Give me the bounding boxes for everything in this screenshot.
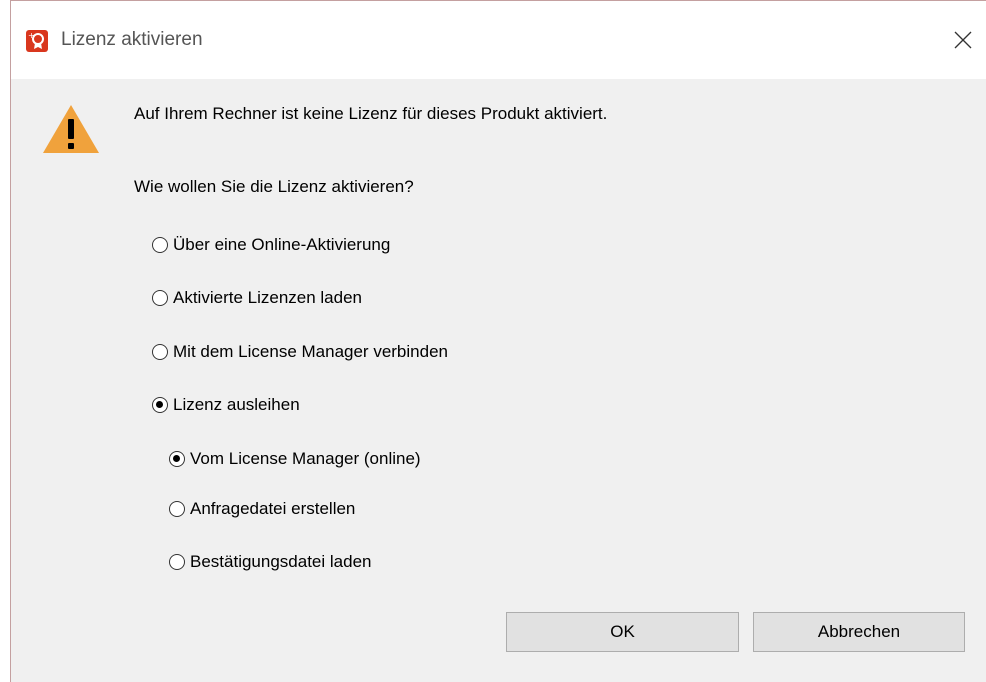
option-label: Lizenz ausleihen (173, 395, 300, 414)
option-label: Bestätigungsdatei laden (190, 552, 372, 571)
activation-question: Wie wollen Sie die Lizenz aktivieren? (134, 177, 414, 196)
cancel-button[interactable]: Abbrechen (753, 612, 965, 652)
option-label: Anfragedatei erstellen (190, 499, 356, 518)
option-borrow-license[interactable]: Lizenz ausleihen (152, 393, 300, 417)
option-online-activation[interactable]: Über eine Online-Aktivierung (152, 233, 390, 257)
svg-text:+: + (28, 31, 35, 40)
option-load-activated-licenses[interactable]: Aktivierte Lizenzen laden (152, 286, 362, 310)
radio-connect-license-manager[interactable] (152, 344, 168, 360)
option-label: Vom License Manager (online) (190, 449, 421, 468)
radio-borrow-license[interactable] (152, 397, 168, 413)
radio-from-license-manager[interactable] (169, 451, 185, 467)
warning-icon (43, 105, 99, 153)
radio-load-activated-licenses[interactable] (152, 290, 168, 306)
option-connect-license-manager[interactable]: Mit dem License Manager verbinden (152, 340, 448, 364)
close-icon (954, 31, 972, 49)
close-button[interactable] (940, 19, 986, 61)
dialog-content: Auf Ihrem Rechner ist keine Lizenz für d… (11, 79, 986, 682)
radio-create-request-file[interactable] (169, 501, 185, 517)
suboption-load-confirmation-file[interactable]: Bestätigungsdatei laden (169, 550, 371, 574)
license-ribbon-icon: + (26, 30, 48, 52)
window-title: Lizenz aktivieren (61, 29, 203, 50)
option-label: Über eine Online-Aktivierung (173, 235, 391, 254)
radio-online-activation[interactable] (152, 237, 168, 253)
title-bar: + Lizenz aktivieren (11, 1, 986, 79)
ok-button[interactable]: OK (506, 612, 739, 652)
info-message: Auf Ihrem Rechner ist keine Lizenz für d… (134, 104, 608, 123)
option-label: Mit dem License Manager verbinden (173, 342, 448, 361)
suboption-from-license-manager[interactable]: Vom License Manager (online) (169, 447, 421, 471)
suboption-create-request-file[interactable]: Anfragedatei erstellen (169, 497, 355, 521)
option-label: Aktivierte Lizenzen laden (173, 288, 363, 307)
radio-load-confirmation-file[interactable] (169, 554, 185, 570)
license-dialog: + Lizenz aktivieren Auf Ihrem Rechner is… (10, 0, 986, 682)
